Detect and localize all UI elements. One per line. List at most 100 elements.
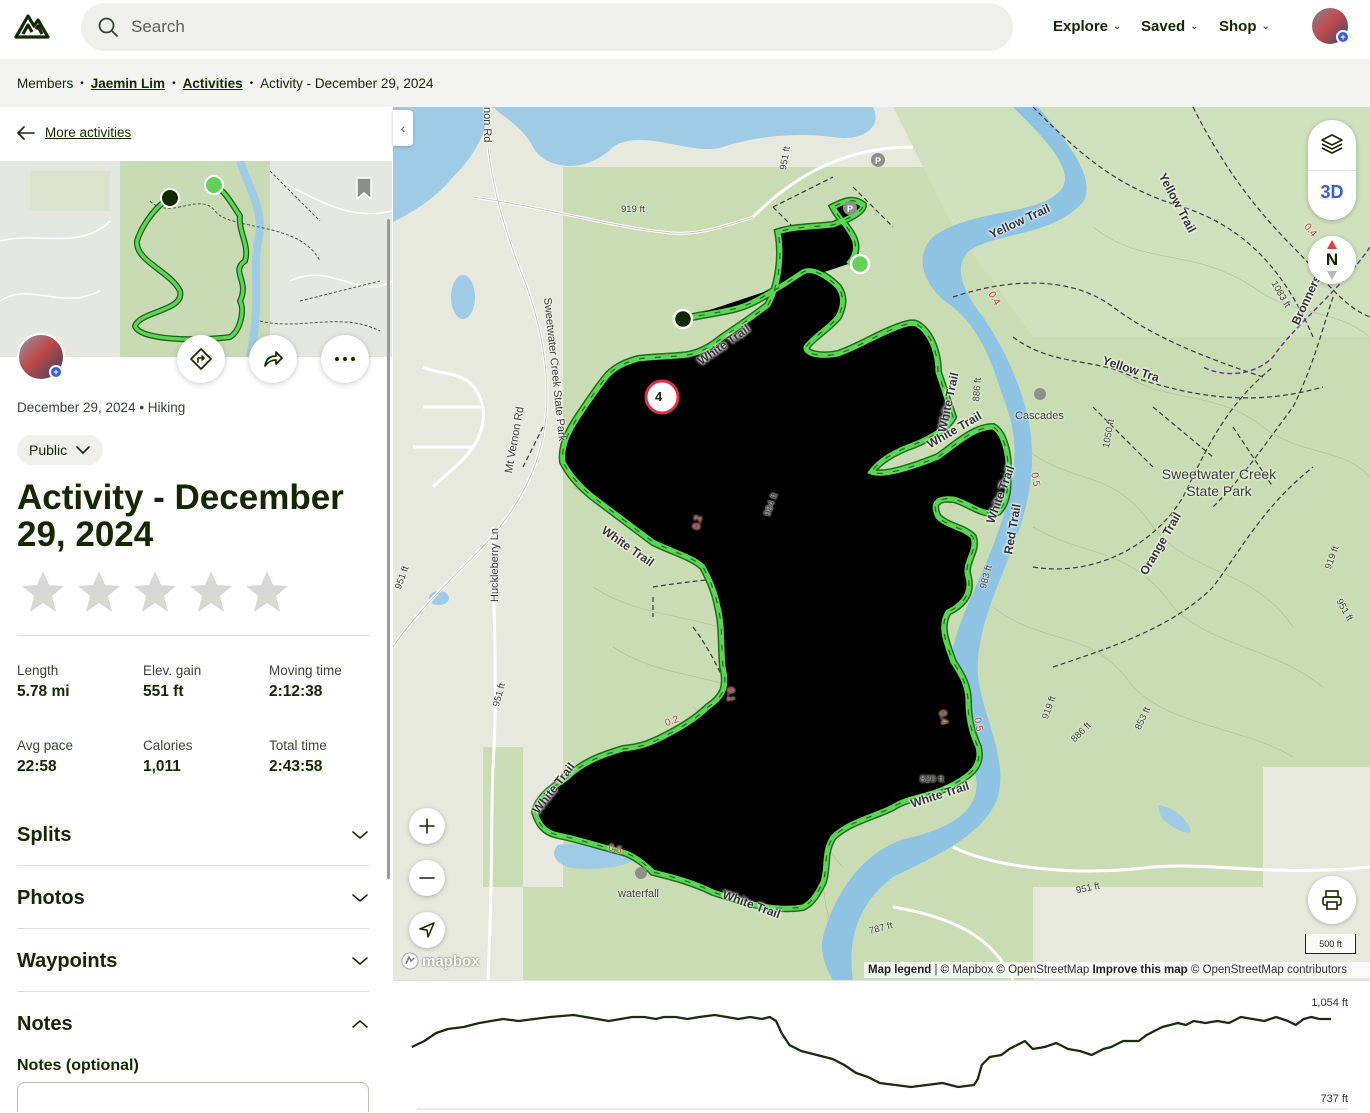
- nav-shop[interactable]: Shop ⌄: [1219, 18, 1270, 35]
- rating-stars[interactable]: [20, 569, 290, 615]
- zoom-out-button[interactable]: [409, 860, 445, 896]
- star-icon[interactable]: [76, 569, 122, 615]
- member-avatar[interactable]: +: [17, 333, 65, 381]
- stat-avg-pace: Avg pace 22:58: [17, 738, 73, 776]
- poi-waterfall: waterfall: [618, 888, 659, 900]
- divider: [17, 865, 369, 866]
- alltrails-logo-icon[interactable]: [14, 10, 50, 42]
- mapbox-icon: [401, 952, 419, 970]
- print-button[interactable]: [1308, 876, 1356, 924]
- arrow-left-icon: [17, 125, 35, 140]
- activity-map-thumbnail[interactable]: [0, 161, 392, 357]
- section-waypoints[interactable]: Waypoints: [17, 941, 369, 981]
- notes-textarea[interactable]: [17, 1082, 369, 1112]
- chevron-down-icon: [352, 894, 368, 903]
- chevron-down-icon: [352, 957, 368, 966]
- chevron-down-icon: [352, 831, 368, 840]
- printer-icon: [1322, 890, 1342, 910]
- plus-badge-icon: +: [49, 365, 63, 379]
- locate-me-button[interactable]: [409, 912, 445, 948]
- divider: [17, 991, 369, 992]
- section-label: Waypoints: [17, 949, 118, 972]
- attribution-mapbox[interactable]: | © Mapbox © OpenStreetMap: [934, 964, 1089, 976]
- star-icon[interactable]: [20, 569, 66, 615]
- improve-map-link[interactable]: Improve this map: [1092, 964, 1187, 976]
- svg-text:P: P: [847, 204, 853, 214]
- distance-marker: 0.4: [936, 709, 950, 726]
- start-marker-icon[interactable]: [849, 253, 871, 275]
- divider: [17, 635, 369, 636]
- attribution-osm[interactable]: © OpenStreetMap contributors: [1191, 964, 1347, 976]
- star-icon[interactable]: [188, 569, 234, 615]
- share-button[interactable]: [249, 335, 297, 383]
- mapbox-logo[interactable]: mapbox: [401, 952, 480, 970]
- distance-marker: 0.5: [971, 716, 985, 733]
- 3d-toggle-button[interactable]: 3D: [1308, 182, 1356, 203]
- camera-icon[interactable]: [1034, 388, 1046, 400]
- road-label: Huckleberry Ln: [489, 528, 501, 602]
- star-icon[interactable]: [132, 569, 178, 615]
- star-icon[interactable]: [244, 569, 290, 615]
- distance-marker: 0.5: [1028, 471, 1042, 488]
- search-bar[interactable]: [81, 3, 1013, 51]
- section-notes[interactable]: Notes: [17, 1004, 369, 1044]
- elevation-profile[interactable]: 1,054 ft 737 ft: [393, 980, 1370, 1112]
- stat-value: 22:58: [17, 758, 57, 775]
- collapse-panel-button[interactable]: ‹: [393, 110, 413, 146]
- more-activities-link[interactable]: More activities: [17, 125, 131, 140]
- map-canvas: P P: [393, 107, 1370, 980]
- layers-icon: [1321, 134, 1343, 154]
- elevation-label: 820 ft: [920, 774, 944, 785]
- zoom-in-button[interactable]: [409, 808, 445, 844]
- breadcrumb-activities-link[interactable]: Activities: [183, 76, 243, 91]
- activity-title: Activity - December 29, 2024: [17, 478, 344, 554]
- panel-scrollbar[interactable]: [387, 219, 390, 879]
- search-input[interactable]: [131, 17, 931, 37]
- camera-icon[interactable]: [635, 867, 647, 879]
- start-marker-icon: [204, 175, 224, 195]
- stat-label: Calories: [143, 738, 193, 753]
- bookmark-icon[interactable]: [355, 177, 373, 201]
- stat-total-time: Total time 2:43:58: [269, 738, 327, 776]
- distance-marker: 0.1: [724, 687, 736, 702]
- nav-explore[interactable]: Explore ⌄: [1053, 18, 1121, 35]
- visibility-dropdown[interactable]: Public: [17, 435, 104, 465]
- stat-label: Total time: [269, 738, 327, 753]
- elevation-label: 886 ft: [971, 377, 985, 402]
- nav-saved-label: Saved: [1141, 18, 1186, 35]
- mapbox-logo-text: mapbox: [422, 952, 480, 970]
- waypoint-number: 4: [655, 389, 663, 404]
- activity-details-panel: More activities + December 29, 2024 • Hi…: [0, 107, 392, 1112]
- stat-value: 2:12:38: [269, 683, 323, 700]
- svg-text:P: P: [875, 156, 881, 166]
- stat-label: Avg pace: [17, 738, 74, 753]
- user-avatar[interactable]: +: [1312, 8, 1350, 44]
- stat-moving-time: Moving time 2:12:38: [269, 663, 342, 701]
- elevation-chart: [393, 981, 1348, 1110]
- breadcrumb-member-link[interactable]: Jaemin Lim: [91, 76, 165, 91]
- stat-label: Moving time: [269, 663, 342, 678]
- park-name-label: Sweetwater Creek State Park: [1161, 466, 1277, 499]
- stat-label: Elev. gain: [143, 663, 202, 678]
- stat-calories: Calories 1,011: [143, 738, 193, 776]
- stat-value: 2:43:58: [269, 758, 323, 775]
- chevron-down-icon: ⌄: [1261, 21, 1270, 32]
- breadcrumb-separator: •: [80, 77, 84, 89]
- stat-length: Length 5.78 mi: [17, 663, 70, 701]
- end-marker-icon[interactable]: [672, 308, 694, 330]
- activity-map[interactable]: P P 4 Sweetwater Creek State Park Cascad…: [393, 107, 1370, 980]
- nav-explore-label: Explore: [1053, 18, 1109, 35]
- directions-button[interactable]: [177, 335, 225, 383]
- section-splits[interactable]: Splits: [17, 815, 369, 855]
- nav-saved[interactable]: Saved ⌄: [1141, 18, 1199, 35]
- layers-button[interactable]: [1320, 132, 1344, 161]
- compass-button[interactable]: N: [1308, 236, 1356, 284]
- section-label: Notes: [17, 1012, 73, 1035]
- chevron-left-icon: ‹: [400, 120, 406, 136]
- section-photos[interactable]: Photos: [17, 878, 369, 918]
- more-options-button[interactable]: [321, 335, 369, 383]
- nav-shop-label: Shop: [1219, 18, 1257, 35]
- location-arrow-icon: [419, 922, 435, 938]
- top-navigation-bar: Explore ⌄ Saved ⌄ Shop ⌄ +: [0, 0, 1370, 56]
- map-legend-link[interactable]: Map legend: [868, 964, 931, 976]
